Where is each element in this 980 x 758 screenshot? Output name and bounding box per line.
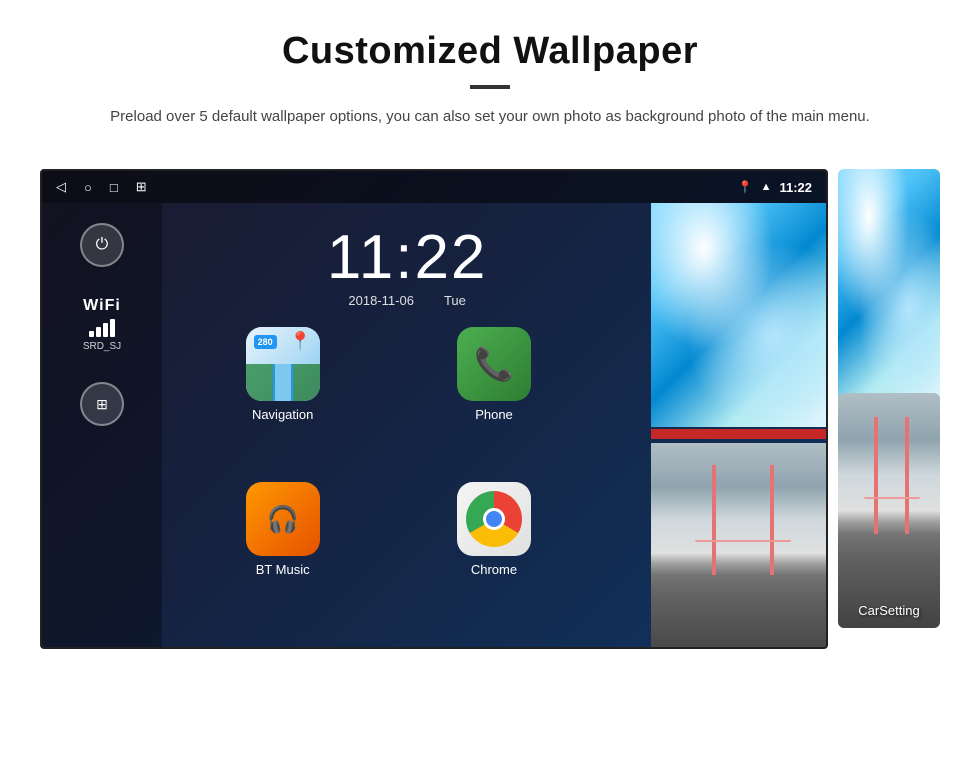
app-video[interactable]: Video — [605, 482, 806, 627]
wallpaper-previews: CarSetting — [838, 169, 940, 649]
location-icon: 📍 — [738, 180, 753, 194]
wifi-status-icon: ▲ — [761, 181, 772, 193]
status-bar: ◁ ○ □ ⊞ 📍 ▲ 11:22 — [42, 171, 826, 203]
media-widget: 📶 — [652, 223, 740, 311]
clock-day: Tue — [444, 293, 466, 308]
clapper-icon — [680, 497, 730, 541]
page-header: Customized Wallpaper Preload over 5 defa… — [0, 0, 980, 149]
bluetooth-icon: 🎧 — [266, 504, 298, 535]
media-text-b: B — [790, 254, 806, 280]
app-chrome[interactable]: Chrome — [393, 482, 594, 627]
wifi-bar-2 — [96, 327, 101, 337]
navigation-icon: 280 📍 — [246, 327, 320, 401]
left-sidebar: ⏻ WiFi SRD_SJ ⊞ — [42, 203, 162, 647]
apps-grid-button[interactable]: ⊞ — [80, 382, 124, 426]
status-bar-right: 📍 ▲ 11:22 — [738, 180, 812, 195]
bt-music-icon: 🎧 — [246, 482, 320, 556]
video-label: Video — [689, 562, 722, 577]
home-nav-icon[interactable]: ○ — [84, 180, 92, 195]
clock-time: 11:22 — [182, 227, 632, 289]
status-bar-left: ◁ ○ □ ⊞ — [56, 179, 147, 195]
power-button[interactable]: ⏻ — [80, 223, 124, 267]
skip-prev-icon[interactable]: ⏮ — [760, 254, 780, 280]
bt-music-label: BT Music — [256, 562, 310, 577]
nav-badge: 280 — [254, 335, 277, 349]
nav-pin-icon: 📍 — [289, 331, 311, 352]
chrome-icon — [457, 482, 531, 556]
app-bt-music[interactable]: 🎧 BT Music — [182, 482, 383, 627]
page-title: Customized Wallpaper — [60, 30, 920, 73]
wifi-bar-3 — [103, 323, 108, 337]
wifi-bars — [83, 319, 121, 337]
wallpaper-preview-ice[interactable] — [838, 169, 940, 404]
android-screen: ◁ ○ □ ⊞ 📍 ▲ 11:22 ⏻ WiFi — [40, 169, 828, 649]
clock-display: 11:22 2018-11-06 Tue — [182, 227, 632, 308]
navigation-label: Navigation — [252, 407, 313, 422]
video-icon — [668, 482, 742, 556]
title-divider — [470, 85, 510, 89]
music-note-icon: 🎵 — [684, 344, 726, 384]
app-music[interactable]: 🎵 Music — [605, 327, 806, 472]
chrome-label: Chrome — [471, 562, 517, 577]
phone-handset-icon: 📞 — [474, 345, 514, 383]
app-navigation[interactable]: 280 📍 Navigation — [182, 327, 383, 472]
carsetting-label: CarSetting — [858, 603, 919, 618]
wallpaper-preview-bridge[interactable]: CarSetting — [838, 393, 940, 628]
wifi-network: SRD_SJ — [83, 341, 121, 352]
back-nav-icon[interactable]: ◁ — [56, 179, 66, 195]
phone-label: Phone — [475, 407, 513, 422]
page-subtitle: Preload over 5 default wallpaper options… — [110, 105, 870, 129]
media-controls: ⏮ B — [760, 254, 806, 280]
recents-nav-icon[interactable]: □ — [110, 180, 118, 195]
wifi-label: WiFi — [83, 297, 121, 315]
wifi-section: WiFi SRD_SJ — [83, 297, 121, 352]
center-content: 11:22 2018-11-06 Tue 📶 ⏮ B — [162, 203, 826, 647]
clock-date-row: 2018-11-06 Tue — [182, 293, 632, 308]
music-label: Music — [688, 407, 722, 422]
app-phone[interactable]: 📞 Phone — [393, 327, 594, 472]
app-grid: 280 📍 Navigation 📞 Phone — [162, 321, 826, 637]
grid-icon: ⊞ — [96, 396, 108, 413]
power-icon: ⏻ — [96, 236, 109, 254]
android-content: ⏻ WiFi SRD_SJ ⊞ — [42, 203, 826, 647]
wifi-signal-icon: 📶 — [674, 246, 719, 288]
screenshot-icon[interactable]: ⊞ — [136, 179, 147, 195]
phone-icon: 📞 — [457, 327, 531, 401]
music-icon: 🎵 — [668, 327, 742, 401]
wifi-bar-4 — [110, 319, 115, 337]
wifi-bar-1 — [89, 331, 94, 337]
content-wrapper: ◁ ○ □ ⊞ 📍 ▲ 11:22 ⏻ WiFi — [0, 149, 980, 679]
clock-date-value: 2018-11-06 — [348, 293, 414, 308]
status-time: 11:22 — [779, 180, 812, 195]
clock-area: 11:22 2018-11-06 Tue 📶 ⏮ B — [162, 213, 826, 321]
